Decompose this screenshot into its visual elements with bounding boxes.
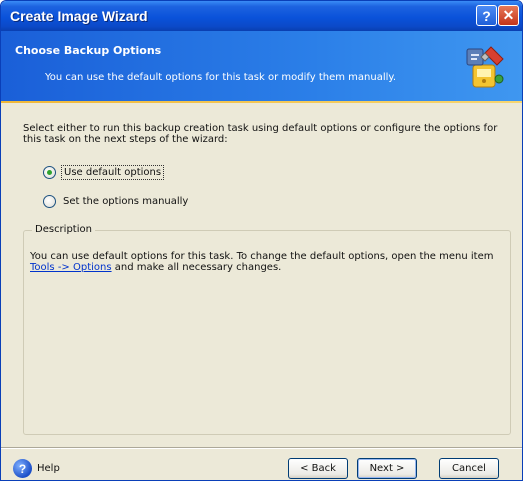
help-label[interactable]: Help [37, 463, 60, 474]
cancel-button[interactable]: Cancel [439, 458, 499, 479]
radio-unselected-icon[interactable] [43, 195, 56, 208]
wizard-header: Choose Backup Options You can use the de… [1, 31, 522, 101]
close-icon: ✕ [502, 7, 515, 23]
use-default-options-label[interactable]: Use default options [61, 165, 165, 180]
intro-text: Select either to run this backup creatio… [23, 123, 498, 145]
tools-options-link[interactable]: Tools -> Options [30, 262, 112, 273]
set-options-manually-radio[interactable]: Set the options manually [43, 195, 190, 208]
next-button[interactable]: Next > [357, 458, 417, 479]
header-title: Choose Backup Options [15, 44, 162, 57]
description-text-after: and make all necessary changes. [114, 262, 282, 273]
description-text: You can use default options for this tas… [30, 251, 508, 273]
header-accent-line [1, 101, 522, 103]
wizard-window: Create Image Wizard ? ✕ Choose Backup Op… [0, 0, 523, 481]
description-text-before: You can use default options for this tas… [30, 251, 494, 262]
close-button[interactable]: ✕ [498, 5, 519, 26]
title-bar[interactable]: Create Image Wizard ? ✕ [1, 1, 522, 31]
use-default-options-radio[interactable]: Use default options [43, 165, 165, 180]
footer-divider [1, 447, 522, 449]
backup-options-icon [466, 46, 504, 88]
question-icon: ? [482, 7, 491, 24]
help-link[interactable]: ? Help [13, 459, 60, 478]
description-legend: Description [32, 224, 95, 235]
help-title-button[interactable]: ? [476, 5, 497, 26]
set-options-manually-label[interactable]: Set the options manually [61, 195, 190, 208]
help-icon[interactable]: ? [13, 459, 32, 478]
description-group: Description You can use default options … [23, 224, 511, 435]
window-title: Create Image Wizard [10, 8, 148, 24]
back-button[interactable]: < Back [288, 458, 348, 479]
header-subtitle: You can use the default options for this… [45, 72, 397, 83]
radio-selected-icon[interactable] [43, 166, 56, 179]
